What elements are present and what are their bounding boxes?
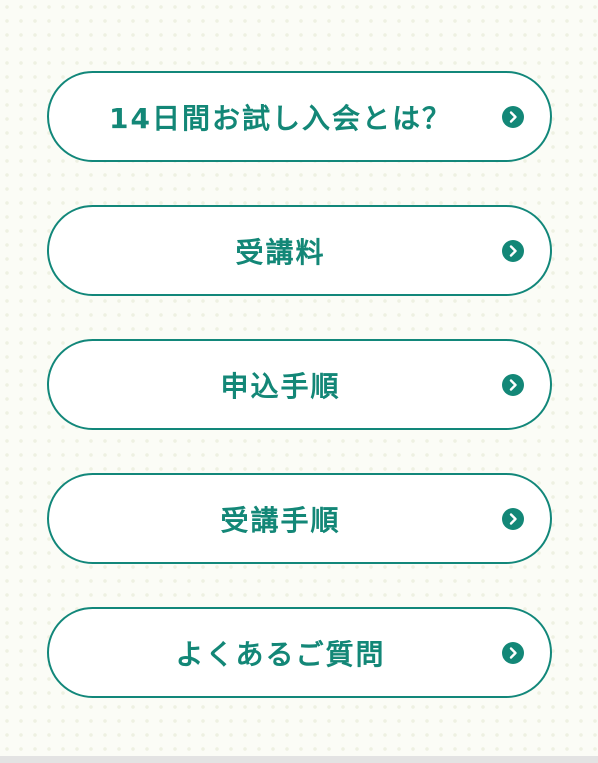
application-steps-label: 申込手順: [220, 369, 341, 403]
course-steps-button[interactable]: 受講手順: [47, 473, 552, 564]
faq-button[interactable]: よくあるご質問: [47, 607, 552, 698]
chevron-right-circle-icon: [502, 507, 524, 530]
tuition-fee-label: 受講料: [235, 235, 326, 269]
faq-label: よくあるご質問: [175, 637, 386, 671]
trial-membership-label: 14日間お試し入会とは？: [109, 101, 452, 135]
chevron-right-circle-icon: [502, 239, 524, 262]
chevron-right-circle-icon: [502, 373, 524, 396]
application-steps-button[interactable]: 申込手順: [47, 339, 552, 430]
tuition-fee-button[interactable]: 受講料: [47, 205, 552, 296]
chevron-right-circle-icon: [502, 641, 524, 664]
trial-membership-button[interactable]: 14日間お試し入会とは？: [47, 71, 552, 162]
chevron-right-circle-icon: [502, 105, 524, 128]
course-steps-label: 受講手順: [220, 503, 341, 537]
info-menu: 14日間お試し入会とは？ 受講料 申込手順 受講手順 よくあるご質問: [47, 71, 552, 741]
footer-divider: [0, 756, 598, 763]
